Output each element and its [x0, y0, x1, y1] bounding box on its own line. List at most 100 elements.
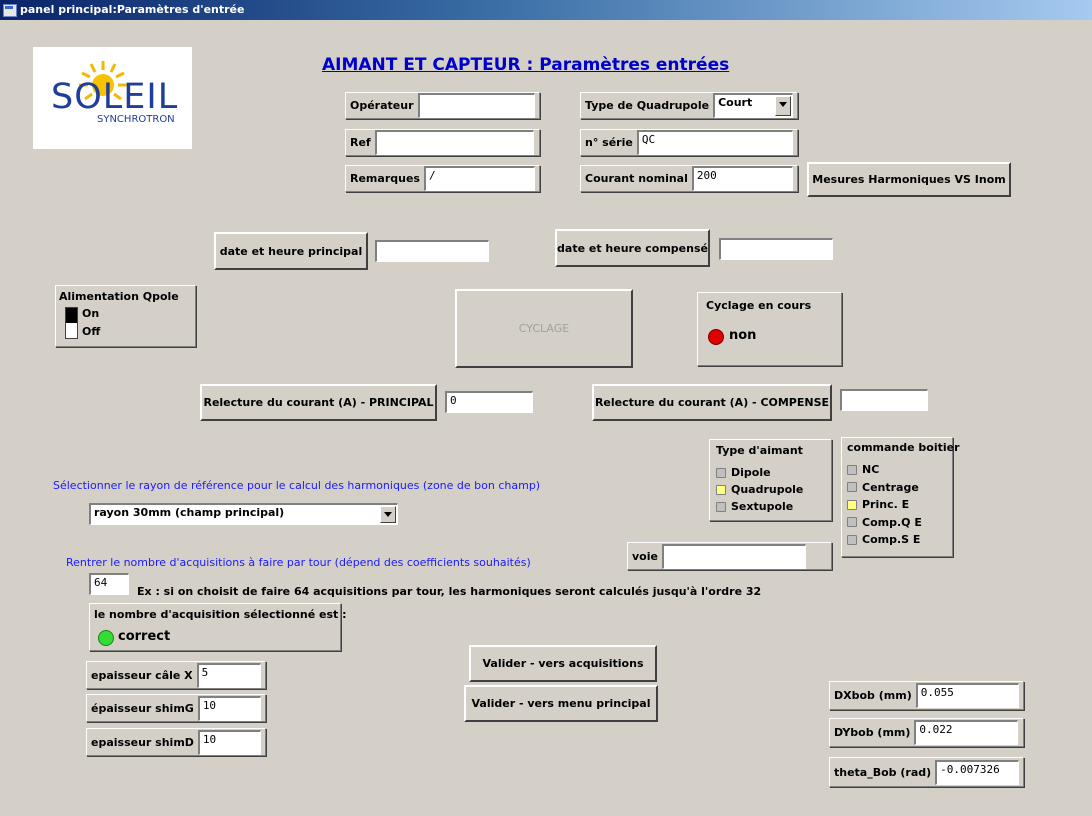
power-toggle-switch[interactable] [65, 307, 78, 339]
box-command-option-label: Comp.S E [862, 533, 921, 547]
harmonics-button[interactable]: Mesures Harmoniques VS Inom [807, 162, 1011, 197]
cycling-title: Cyclage en cours [706, 299, 812, 312]
acquisitions-prompt: Rentrer le nombre d'acquisitions à faire… [66, 556, 531, 569]
operator-label: Opérateur [350, 99, 414, 112]
readback-compense-button[interactable]: Relecture du courant (A) - COMPENSE [592, 384, 832, 421]
cycling-led-icon [708, 329, 724, 345]
magnet-type-option[interactable]: Dipole [716, 464, 803, 481]
box-command-option-label: Comp.Q E [862, 515, 922, 529]
voie-input[interactable] [661, 543, 806, 569]
voie-control: voie [627, 542, 832, 570]
cycling-status-panel: Cyclage en cours non [697, 292, 842, 366]
power-on-label: On [82, 307, 100, 320]
quad-type-select[interactable]: Court [713, 93, 793, 118]
power-title: Alimentation Qpole [59, 290, 179, 303]
date-compense-button[interactable]: date et heure compensé [555, 229, 710, 267]
nominal-current-input[interactable]: 200 [691, 166, 793, 191]
date-principal-input[interactable] [375, 240, 489, 262]
box-command-led-icon[interactable] [847, 534, 857, 545]
date-principal-button[interactable]: date et heure principal [214, 232, 368, 270]
box-command-option[interactable]: Centrage [847, 479, 922, 497]
box-command-option-label: NC [862, 463, 880, 477]
acquisitions-example: Ex : si on choisit de faire 64 acquisiti… [137, 585, 762, 598]
operator-control: Opérateur [345, 92, 540, 119]
acquisitions-led-icon [98, 630, 114, 646]
box-command-led-icon[interactable] [847, 517, 857, 528]
magnet-type-list: Dipole Quadrupole Sextupole [716, 464, 803, 515]
chevron-down-icon[interactable] [775, 96, 791, 116]
window-title: panel principal:Paramètres d'entrée [20, 3, 245, 16]
shim-d-control: epaisseur shimD 10 [86, 728, 266, 756]
magnet-type-led-icon[interactable] [716, 467, 726, 478]
shim-g-input[interactable]: 10 [197, 695, 261, 721]
box-command-led-icon[interactable] [847, 482, 857, 493]
shim-d-label: epaisseur shimD [91, 735, 194, 749]
magnet-type-title: Type d'aimant [716, 444, 803, 457]
cale-x-control: epaisseur câle X 5 [86, 661, 266, 689]
chevron-down-icon[interactable] [380, 506, 396, 523]
box-command-option[interactable]: NC [847, 461, 922, 479]
cyclage-button[interactable]: CYCLAGE [455, 289, 633, 368]
box-command-panel: commande boitier NC Centrage Princ. E Comp.… [841, 437, 960, 557]
dybob-label: DYbob (mm) [834, 726, 911, 739]
shim-g-control: épaisseur shimG 10 [86, 694, 266, 722]
serial-label: n° série [585, 136, 633, 149]
cycling-status-text: non [729, 328, 757, 343]
box-command-option[interactable]: Comp.Q E [847, 514, 922, 532]
logo-subtext: SYNCHROTRON [97, 114, 175, 125]
theta-control: theta_Bob (rad) -0.007326 [829, 757, 1024, 787]
box-command-option-label: Centrage [862, 480, 919, 494]
radius-select[interactable]: rayon 30mm (champ principal) [89, 503, 398, 525]
shim-g-label: épaisseur shimG [91, 701, 194, 715]
soleil-logo: SOLEIL SYNCHROTRON [33, 47, 192, 149]
ref-control: Ref [345, 129, 540, 156]
window-icon [3, 4, 17, 17]
validate-main-menu-button[interactable]: Valider - vers menu principal [464, 685, 658, 722]
box-command-option[interactable]: Comp.S E [847, 531, 922, 549]
ref-label: Ref [350, 136, 371, 149]
voie-label: voie [632, 549, 658, 563]
dxbob-input[interactable]: 0.055 [915, 683, 1019, 708]
remarks-input[interactable]: / [423, 166, 535, 191]
nominal-current-control: Courant nominal 200 [580, 165, 798, 192]
box-command-option[interactable]: Princ. E [847, 496, 922, 514]
quad-type-value: Court [718, 96, 753, 109]
box-command-list: NC Centrage Princ. E Comp.Q E Comp.S E [847, 461, 922, 549]
acquisitions-check-title: le nombre d'acquisition sélectionné est … [94, 608, 347, 621]
power-toggle-panel: Alimentation Qpole On Off [55, 285, 196, 347]
theta-input[interactable]: -0.007326 [935, 759, 1019, 785]
radius-prompt: Sélectionner le rayon de référence pour … [53, 479, 541, 492]
box-command-option-label: Princ. E [862, 498, 910, 512]
ref-input[interactable] [374, 130, 534, 155]
remarks-control: Remarques / [345, 165, 540, 192]
shim-d-input[interactable]: 10 [197, 729, 261, 755]
acquisitions-input[interactable]: 64 [89, 573, 129, 595]
quad-type-label: Type de Quadrupole [585, 99, 710, 112]
box-command-title: commande boitier [847, 441, 960, 454]
date-compense-input[interactable] [719, 238, 833, 260]
box-command-led-icon[interactable] [847, 499, 857, 510]
remarks-label: Remarques [350, 172, 420, 185]
magnet-type-option[interactable]: Quadrupole [716, 481, 803, 498]
cale-x-input[interactable]: 5 [196, 662, 261, 688]
box-command-led-icon[interactable] [847, 464, 857, 475]
logo-text: SOLEIL [51, 77, 179, 117]
cale-x-label: epaisseur câle X [91, 668, 193, 682]
operator-input[interactable] [417, 93, 535, 118]
acquisitions-check-panel: le nombre d'acquisition sélectionné est … [89, 603, 347, 651]
dxbob-label: DXbob (mm) [834, 689, 912, 702]
dybob-input[interactable]: 0.022 [914, 720, 1019, 745]
magnet-type-led-icon[interactable] [716, 484, 726, 495]
magnet-type-led-icon[interactable] [716, 501, 726, 512]
readback-principal-button[interactable]: Relecture du courant (A) - PRINCIPAL [200, 384, 437, 421]
serial-input[interactable]: QC [636, 130, 793, 155]
radius-value: rayon 30mm (champ principal) [94, 506, 285, 519]
title-bar: panel principal:Paramètres d'entrée [0, 0, 1092, 20]
toggle-knob [66, 308, 77, 323]
validate-acquisitions-button[interactable]: Valider - vers acquisitions [469, 645, 657, 682]
magnet-type-option[interactable]: Sextupole [716, 498, 803, 515]
dxbob-control: DXbob (mm) 0.055 [829, 681, 1024, 710]
power-off-label: Off [82, 325, 101, 338]
dybob-control: DYbob (mm) 0.022 [829, 718, 1024, 747]
readback-compense-value [840, 389, 928, 411]
